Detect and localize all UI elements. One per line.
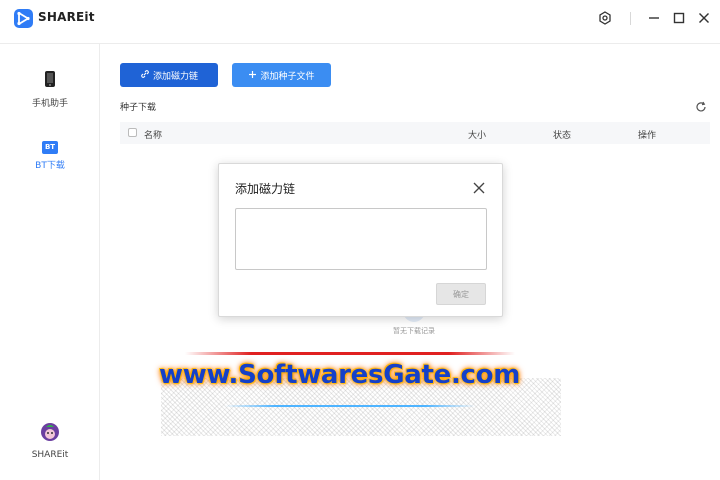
column-actions: 操作: [638, 131, 657, 141]
sidebar-item-label: BT下载: [35, 161, 65, 171]
app-title: SHAREit: [38, 10, 95, 24]
add-seed-file-label: 添加种子文件: [260, 70, 315, 81]
column-size[interactable]: 大小: [468, 128, 486, 141]
add-magnet-dialog: 添加磁力链 确定: [218, 163, 503, 317]
link-icon: [140, 69, 150, 81]
watermark-red-line: [185, 352, 515, 355]
add-seed-file-button[interactable]: 添加种子文件: [232, 63, 331, 87]
sidebar-item-phone-assistant[interactable]: 手机助手: [0, 70, 100, 109]
shareit-logo-icon: [14, 9, 33, 28]
magnet-link-input[interactable]: [235, 208, 487, 270]
refresh-icon[interactable]: [695, 98, 707, 117]
maximize-icon[interactable]: [671, 10, 687, 26]
dialog-close-icon[interactable]: [472, 180, 486, 194]
sidebar-footer-shareit[interactable]: SHAREit: [0, 422, 100, 460]
settings-gear-icon[interactable]: [597, 10, 613, 26]
select-all-checkbox[interactable]: [128, 128, 137, 137]
column-name[interactable]: 名称: [144, 128, 162, 141]
watermark-blue-line: [225, 405, 475, 407]
add-magnet-link-button[interactable]: 添加磁力链: [120, 63, 218, 87]
section-title: 种子下载: [120, 103, 157, 113]
close-window-icon[interactable]: [696, 10, 712, 26]
sidebar-item-bt-download[interactable]: BT BT下载: [0, 134, 100, 171]
dialog-title: 添加磁力链: [235, 182, 296, 196]
minimize-icon[interactable]: [646, 10, 662, 26]
sidebar-item-label: 手机助手: [31, 99, 68, 109]
sidebar: 手机助手 BT BT下载 SHAREit: [0, 44, 100, 480]
column-status[interactable]: 状态: [553, 128, 571, 141]
titlebar-divider: [630, 12, 631, 25]
sidebar-footer-label: SHAREit: [31, 450, 69, 460]
shareit-avatar-icon: [40, 422, 60, 446]
watermark: www.SoftwaresGate.com: [155, 350, 565, 438]
watermark-text: www.SoftwaresGate.com: [159, 360, 520, 390]
table-header: 名称 大小 状态 操作: [120, 122, 710, 144]
add-magnet-link-label: 添加磁力链: [152, 70, 198, 81]
title-bar: SHAREit: [0, 0, 720, 44]
confirm-button[interactable]: 确定: [436, 283, 486, 305]
empty-state-text: 暂无下载记录: [393, 327, 435, 335]
bt-icon: BT: [42, 141, 58, 154]
plus-icon: [248, 70, 257, 81]
phone-icon: [44, 70, 56, 92]
